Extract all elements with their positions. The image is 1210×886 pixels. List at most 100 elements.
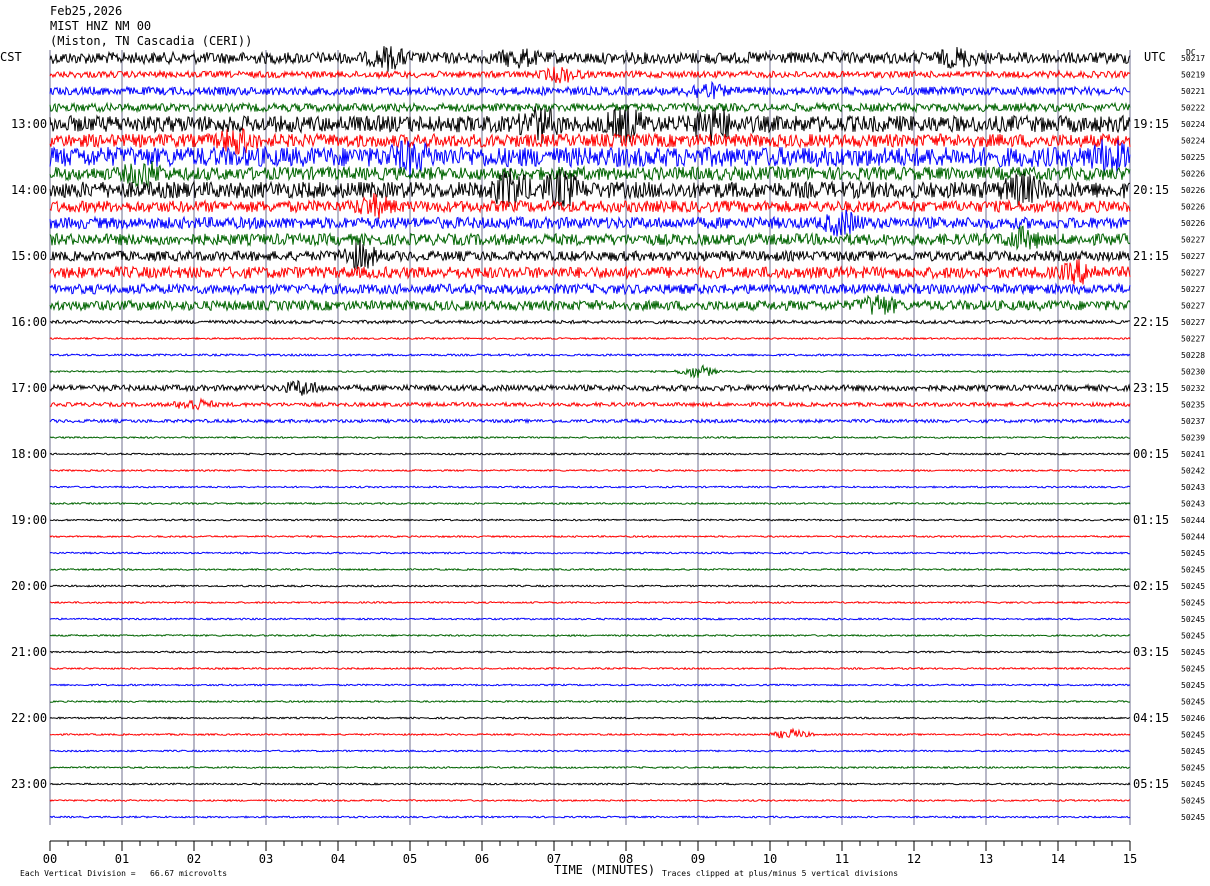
- x-tick-label: 11: [835, 852, 849, 866]
- trace-row-10: [49, 209, 1131, 237]
- dc-offset-label: 50245: [1181, 731, 1205, 740]
- right-time-label: 19:15: [1133, 117, 1169, 131]
- trace-row-32: [49, 584, 1131, 588]
- x-tick-label: 09: [691, 852, 705, 866]
- x-tick-label: 04: [331, 852, 345, 866]
- dc-offset-label: 50219: [1181, 71, 1205, 80]
- dc-offset-label: 50226: [1181, 219, 1205, 228]
- x-tick-label: 01: [115, 852, 129, 866]
- x-tick-label: 06: [475, 852, 489, 866]
- trace-row-37: [49, 666, 1131, 671]
- trace-row-14: [49, 282, 1131, 296]
- dc-offset-label: 50224: [1181, 120, 1205, 129]
- dc-offset-label: 50217: [1181, 54, 1205, 63]
- helicorder-chart: 00 01 02 03 04 05 06 07 08 09 10 11 12 13 14 15 13:0014…: [11, 46, 1205, 878]
- trace-row-24: [49, 452, 1131, 456]
- dc-offset-label: 50227: [1181, 302, 1205, 311]
- trace-row-27: [49, 501, 1131, 506]
- left-time-label: 18:00: [11, 447, 47, 461]
- trace-row-9: [49, 192, 1131, 219]
- x-tick-label: 13: [979, 852, 993, 866]
- trace-row-26: [49, 485, 1131, 489]
- dc-offset-label: 50227: [1181, 252, 1205, 261]
- dc-offset-label: 50226: [1181, 186, 1205, 195]
- trace-row-16: [49, 318, 1131, 326]
- dc-offset-label: 50239: [1181, 434, 1205, 443]
- dc-offset-label: 50246: [1181, 714, 1205, 723]
- left-time-label: 13:00: [11, 117, 47, 131]
- clip-note: Traces clipped at plus/minus 5 vertical …: [662, 869, 898, 878]
- dc-offset-label: 50245: [1181, 549, 1205, 558]
- trace-row-15: [49, 294, 1131, 315]
- x-tick-label: 10: [763, 852, 777, 866]
- trace-row-7: [49, 160, 1131, 188]
- dc-offset-label: 50243: [1181, 500, 1205, 509]
- trace-row-2: [49, 80, 1131, 100]
- dc-offset-label: 50222: [1181, 104, 1205, 113]
- left-time-label: 15:00: [11, 249, 47, 263]
- dc-offset-label: 50227: [1181, 236, 1205, 245]
- dc-offset-label: 50224: [1181, 137, 1205, 146]
- trace-row-19: [49, 364, 1131, 379]
- seismic-traces: [49, 46, 1131, 819]
- x-tick-label: 05: [403, 852, 417, 866]
- trace-row-1: [49, 66, 1131, 84]
- dc-offset-label: 50245: [1181, 797, 1205, 806]
- dc-offset-label: 50245: [1181, 665, 1205, 674]
- trace-row-45: [49, 798, 1131, 803]
- left-time-label: 16:00: [11, 315, 47, 329]
- left-time-label: 20:00: [11, 579, 47, 593]
- x-tick-label: 02: [187, 852, 201, 866]
- left-time-label: 22:00: [11, 711, 47, 725]
- trace-row-25: [49, 468, 1131, 473]
- dc-offset-label: 50245: [1181, 615, 1205, 624]
- dc-offset-label: 50245: [1181, 566, 1205, 575]
- right-time-label: 21:15: [1133, 249, 1169, 263]
- trace-row-22: [49, 417, 1131, 425]
- trace-row-18: [49, 352, 1131, 358]
- dc-offset-label: 50244: [1181, 533, 1205, 542]
- right-time-label: 03:15: [1133, 645, 1169, 659]
- dc-offset-label: 50227: [1181, 285, 1205, 294]
- trace-row-31: [49, 567, 1130, 572]
- right-time-label: 04:15: [1133, 711, 1169, 725]
- dc-offset-label: 50243: [1181, 483, 1205, 492]
- x-tick-label: 12: [907, 852, 921, 866]
- x-tick-label: 00: [43, 852, 57, 866]
- dc-offset-label: 50221: [1181, 87, 1205, 96]
- dc-offset-label: 50245: [1181, 582, 1205, 591]
- right-time-label: 02:15: [1133, 579, 1169, 593]
- trace-row-34: [49, 617, 1131, 621]
- left-time-label: 19:00: [11, 513, 47, 527]
- trace-row-46: [49, 815, 1131, 819]
- trace-row-3: [49, 101, 1131, 114]
- dc-offset-label: 50225: [1181, 153, 1205, 162]
- trace-row-20: [49, 379, 1131, 396]
- right-time-label: 05:15: [1133, 777, 1169, 791]
- trace-row-21: [49, 397, 1131, 411]
- trace-row-13: [49, 259, 1131, 285]
- dc-offset-label: 50242: [1181, 467, 1205, 476]
- dc-offset-label: 50245: [1181, 681, 1205, 690]
- trace-row-43: [49, 765, 1131, 770]
- left-time-label: 21:00: [11, 645, 47, 659]
- trace-row-44: [49, 782, 1131, 786]
- dc-offset-label: 50227: [1181, 318, 1205, 327]
- dc-offset-label: 50245: [1181, 813, 1205, 822]
- dc-offset-label: 50245: [1181, 764, 1205, 773]
- dc-offset-label: 50227: [1181, 269, 1205, 278]
- trace-row-38: [49, 683, 1131, 687]
- trace-row-41: [49, 727, 1131, 739]
- left-time-label: 14:00: [11, 183, 47, 197]
- trace-row-23: [49, 435, 1131, 440]
- dc-offset-label: 50228: [1181, 351, 1205, 360]
- left-time-label: 23:00: [11, 777, 47, 791]
- dc-offset-label: 50226: [1181, 203, 1205, 212]
- x-tick-label: 15: [1123, 852, 1137, 866]
- trace-row-6: [49, 139, 1131, 177]
- dc-offset-label: 50245: [1181, 747, 1205, 756]
- trace-row-33: [49, 600, 1131, 605]
- trace-row-17: [49, 336, 1131, 341]
- right-time-label: 20:15: [1133, 183, 1169, 197]
- dc-offset-label: 50244: [1181, 516, 1205, 525]
